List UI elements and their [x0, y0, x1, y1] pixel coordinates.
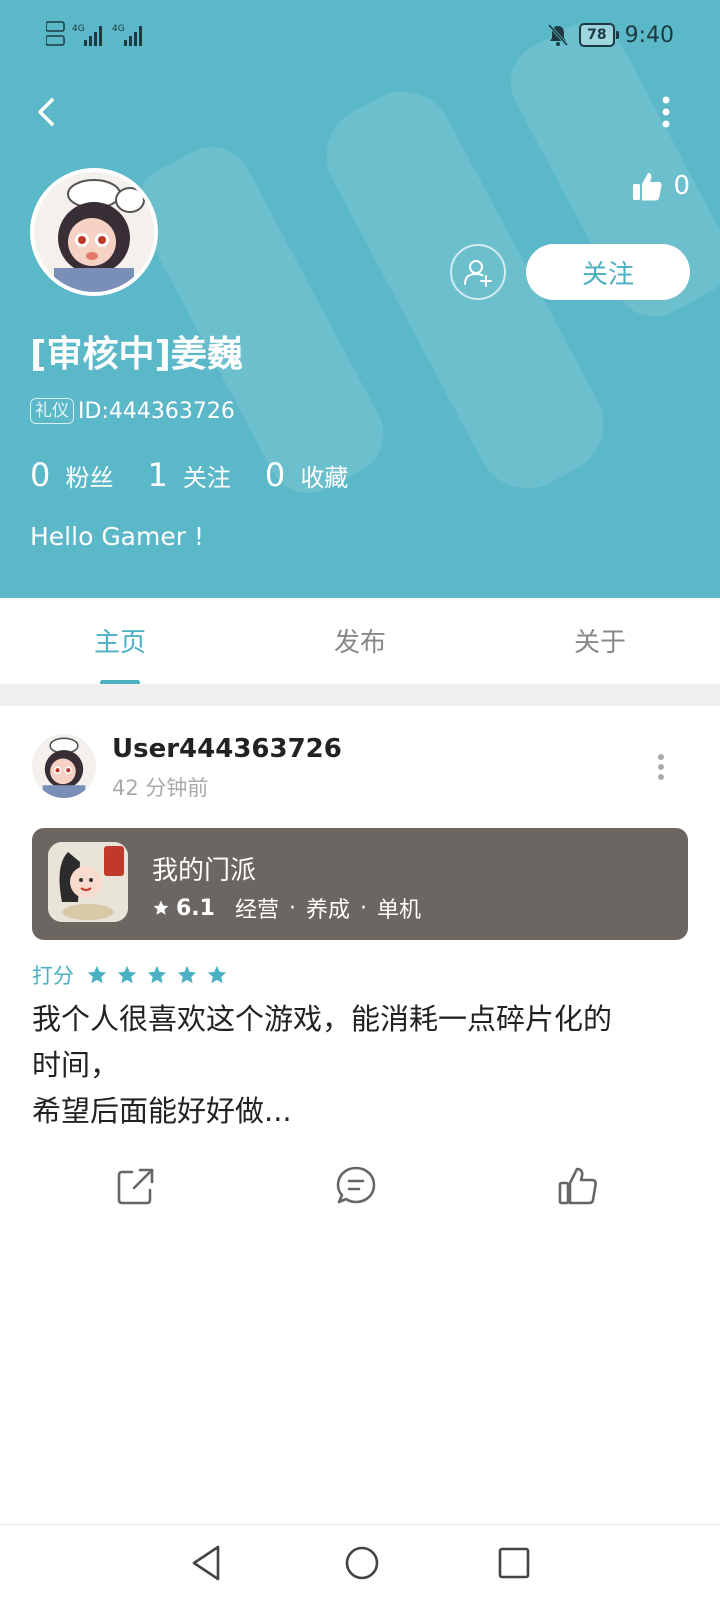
avatar-image — [34, 172, 154, 292]
profile-tabs: 主页 发布 关于 — [0, 598, 720, 684]
score-row: 打分 — [32, 960, 228, 990]
profile-like-count: 0 — [673, 171, 690, 201]
status-right: 78 9:40 — [547, 20, 674, 50]
svg-text:4G: 4G — [72, 24, 85, 34]
status-bar: 4G 4G 78 9:40 — [0, 0, 720, 70]
game-tag: 经营 — [234, 898, 279, 923]
post-text-line: 时间， — [32, 1048, 120, 1082]
game-icon-image — [48, 842, 128, 922]
bell-muted-icon — [547, 23, 569, 47]
share-button[interactable] — [114, 1164, 158, 1208]
star-icon — [147, 965, 167, 984]
badge: 礼仪 — [30, 398, 74, 424]
system-nav-bar — [0, 1524, 720, 1601]
signal-icon: 4G 4G — [46, 21, 142, 46]
post-text-line: 我个人很喜欢这个游戏，能消耗一点碎片化的 — [32, 1002, 613, 1036]
back-button[interactable] — [28, 92, 68, 132]
stat-label: 收藏 — [300, 464, 349, 492]
stat-label: 粉丝 — [65, 464, 114, 492]
status-time: 9:40 — [624, 22, 674, 48]
star-icon — [177, 965, 197, 984]
stat-following[interactable]: 1 关注 — [147, 456, 230, 494]
tab-home[interactable]: 主页 — [40, 622, 200, 659]
game-icon — [48, 842, 128, 922]
nav-recent-icon[interactable] — [494, 1543, 534, 1583]
star-icon — [153, 900, 169, 915]
nav-home-icon[interactable] — [340, 1541, 384, 1585]
stat-favorites[interactable]: 0 收藏 — [265, 456, 348, 494]
svg-text:4G: 4G — [112, 24, 125, 34]
post-text[interactable]: 我个人很喜欢这个游戏，能消耗一点碎片化的 时间， 希望后面能好好做... — [32, 996, 682, 1134]
stat-label: 关注 — [182, 464, 231, 492]
add-user-icon — [464, 260, 492, 287]
comment-button[interactable] — [334, 1164, 378, 1208]
star-icon — [117, 965, 137, 984]
game-tag: 单机 — [377, 898, 422, 923]
stat-value: 0 — [264, 456, 286, 494]
profile-header: 4G 4G 78 9:40 0 关注 [审核中]姜巍 礼仪 ID:4443637… — [0, 0, 720, 598]
profile-id: ID:444363726 — [78, 398, 235, 424]
post-more-button[interactable] — [656, 752, 666, 782]
profile-avatar[interactable] — [30, 168, 158, 296]
game-rating: 6.1 — [176, 895, 215, 921]
game-card[interactable]: 我的门派 6.1 经营 · 养成 · 单机 — [32, 828, 688, 940]
thumb-up-icon — [633, 173, 663, 201]
battery-icon: 78 — [579, 23, 620, 47]
like-button[interactable] — [556, 1164, 600, 1208]
profile-bio: Hello Gamer ! — [30, 522, 204, 551]
add-friend-button[interactable] — [450, 244, 506, 300]
tag-separator: · — [360, 895, 368, 921]
profile-name: [审核中]姜巍 — [30, 334, 243, 375]
game-name: 我的门派 — [152, 856, 257, 886]
post-avatar[interactable] — [32, 734, 96, 798]
section-divider — [0, 684, 720, 706]
tab-publish[interactable]: 发布 — [280, 622, 440, 659]
post-text-line: 希望后面能好好做... — [32, 1094, 292, 1128]
stat-fans[interactable]: 0 粉丝 — [30, 456, 113, 494]
follow-button[interactable]: 关注 — [526, 244, 690, 300]
star-icon — [87, 965, 107, 984]
stat-value: 1 — [147, 456, 168, 494]
post-username[interactable]: User444363726 — [112, 734, 342, 764]
tag-separator: · — [289, 895, 296, 921]
star-icon — [207, 965, 227, 984]
profile-stats: 0 粉丝 1 关注 0 收藏 — [30, 456, 348, 494]
more-options-button[interactable] — [656, 92, 676, 132]
nav-back-icon[interactable] — [186, 1541, 230, 1585]
avatar-image — [32, 734, 96, 798]
score-label: 打分 — [32, 964, 74, 988]
game-meta: 6.1 经营 · 养成 · 单机 — [152, 892, 421, 924]
game-tag: 养成 — [306, 898, 351, 923]
profile-like[interactable]: 0 — [631, 170, 690, 202]
stat-value: 0 — [30, 456, 51, 494]
profile-id-row: 礼仪 ID:444363726 — [30, 398, 235, 424]
tab-about[interactable]: 关于 — [520, 622, 680, 659]
post-time: 42 分钟前 — [112, 776, 209, 800]
